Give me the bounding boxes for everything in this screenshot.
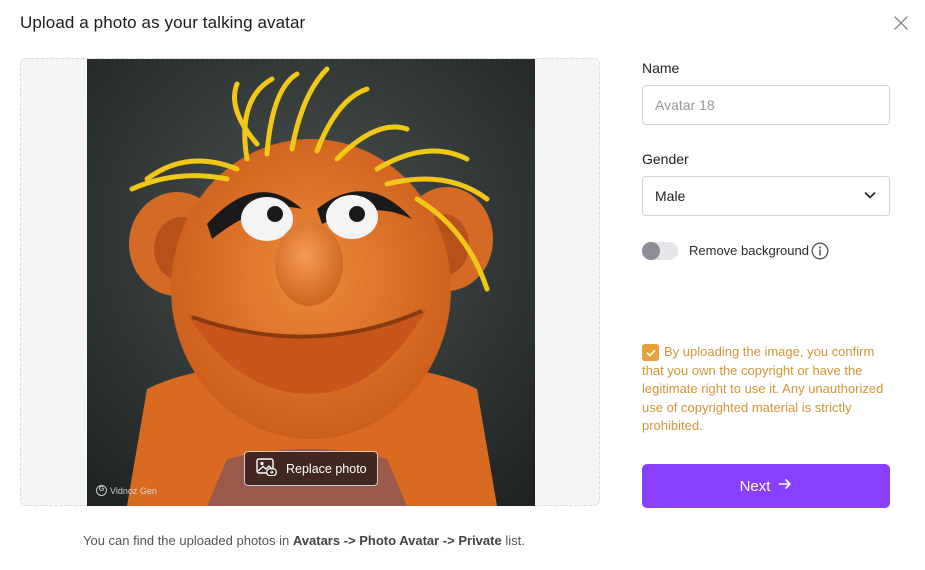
uploaded-photo: [87, 59, 535, 506]
name-input[interactable]: [642, 85, 890, 125]
hint-avatars: Avatars: [292, 533, 341, 548]
hint-suffix: list.: [501, 533, 525, 548]
image-icon: [256, 458, 278, 479]
chevron-down-icon: [863, 188, 877, 205]
replace-photo-label: Replace photo: [286, 461, 367, 476]
remove-background-toggle[interactable]: [642, 242, 678, 260]
watermark: G Vidnoz Gen: [96, 485, 157, 496]
hint-prefix: You can find the uploaded photos in: [83, 533, 293, 548]
check-icon: [646, 349, 655, 356]
toggle-knob: [642, 242, 660, 260]
info-icon[interactable]: [811, 242, 829, 260]
next-label: Next: [739, 477, 771, 495]
remove-background-label: Remove background: [689, 243, 809, 258]
arrow-right-icon: [778, 477, 792, 495]
next-button[interactable]: Next: [642, 464, 890, 508]
hint-private: Private: [458, 533, 502, 548]
upload-hint: You can find the uploaded photos in Avat…: [83, 533, 525, 548]
hint-separator-1: ->: [340, 533, 360, 548]
gender-label: Gender: [642, 151, 689, 167]
dialog-title: Upload a photo as your talking avatar: [20, 13, 306, 32]
close-icon[interactable]: [890, 12, 912, 34]
gender-value: Male: [655, 188, 686, 204]
name-label: Name: [642, 60, 680, 76]
watermark-text: Vidnoz Gen: [110, 485, 157, 496]
replace-photo-button[interactable]: Replace photo: [244, 451, 378, 486]
hint-photo-avatar: Photo Avatar: [359, 533, 440, 548]
consent-checkbox[interactable]: [642, 344, 659, 361]
hint-separator-2: ->: [439, 533, 459, 548]
vidnoz-logo-icon: G: [96, 485, 107, 496]
gender-select[interactable]: Male: [642, 176, 890, 216]
copyright-consent-text: By uploading the image, you confirm that…: [642, 344, 884, 433]
